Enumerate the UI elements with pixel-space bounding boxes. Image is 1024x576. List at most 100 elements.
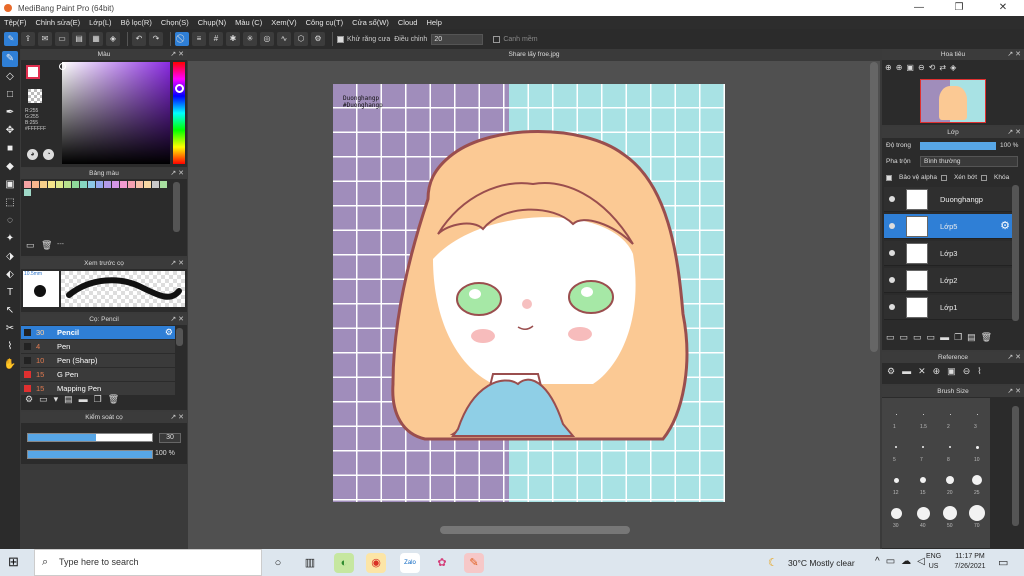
layer-row[interactable]: Duonghangp — [884, 187, 1012, 212]
layer-settings-gear-icon[interactable]: ⚙ — [1000, 219, 1010, 232]
copy-layer-icon[interactable]: ❐ — [954, 332, 962, 343]
layer-row[interactable]: Lớp5 ⚙ — [884, 214, 1012, 239]
antialias-checkbox[interactable] — [337, 35, 344, 43]
menu-window[interactable]: Cửa sổ(W) — [352, 18, 389, 27]
blend-mode-select[interactable]: Bình thường — [920, 156, 1018, 167]
maximize-button[interactable]: ❐ — [944, 0, 974, 16]
new-folder-icon[interactable]: ▬ — [940, 332, 949, 343]
move-icon[interactable]: ✥ — [2, 123, 18, 139]
menu-cloud[interactable]: Cloud — [398, 18, 418, 27]
parallel-snap-icon[interactable]: ≡ — [192, 32, 206, 46]
hand-icon[interactable]: ✋ — [2, 357, 18, 373]
app-launcher-icon[interactable]: ◐ — [334, 553, 354, 573]
system-tray-icons[interactable]: ^▭☁◁ — [875, 556, 931, 567]
brush-menu-icon[interactable]: ▾ — [54, 394, 59, 405]
brush-size-option[interactable] — [895, 446, 897, 448]
new-1bit-layer-icon[interactable]: ▭ — [927, 332, 936, 343]
brush-size-option[interactable] — [975, 445, 979, 449]
clipping-checkbox[interactable] — [940, 174, 947, 181]
brush-item[interactable]: 15 G Pen — [21, 368, 175, 381]
new-palette-icon[interactable]: ▭ — [26, 240, 37, 251]
close-button[interactable]: ✕ — [988, 0, 1018, 16]
reference-folder-icon[interactable]: ▬ — [902, 366, 911, 377]
palette-scrollbar[interactable] — [173, 182, 180, 232]
menu-capture[interactable]: Chụp(N) — [198, 18, 226, 27]
reference-zoom-out-icon[interactable]: ⊖ — [963, 366, 971, 377]
zalo-icon[interactable]: Zalo — [400, 553, 420, 573]
zoom-out-icon[interactable]: ⊖ — [918, 63, 925, 72]
artwork[interactable]: Duonghangp #Duonghangp — [333, 84, 725, 502]
fill-icon[interactable]: ◆ — [2, 159, 18, 175]
radial-ruler-icon[interactable]: ✳ — [243, 32, 257, 46]
delete-layer-icon[interactable]: 🗑 — [981, 332, 992, 343]
weather-text[interactable]: 30°C Mostly clear — [788, 558, 855, 568]
hue-slider[interactable] — [173, 62, 185, 164]
grid-snap-icon[interactable]: # — [209, 32, 223, 46]
transparent-color[interactable] — [28, 89, 42, 103]
brush-size-option[interactable] — [946, 476, 954, 484]
divide-icon[interactable]: ✂ — [2, 321, 18, 337]
circle-snap-icon[interactable]: ◎ — [260, 32, 274, 46]
widgets-icon[interactable]: ▥ — [300, 553, 320, 573]
merge-layer-icon[interactable]: ▤ — [967, 332, 976, 343]
settings-icon[interactable]: ⚙ — [311, 32, 325, 46]
brush-size-option[interactable] — [893, 477, 899, 483]
perspective-icon[interactable]: ⬡ — [294, 32, 308, 46]
menu-color[interactable]: Màu (C) — [235, 18, 262, 27]
hue-slider-handle[interactable] — [175, 84, 184, 93]
reference-fit-icon[interactable]: ▣ — [947, 366, 956, 377]
foreground-color[interactable] — [26, 65, 40, 79]
flip-icon[interactable]: ⇄ — [939, 63, 946, 72]
layer-row[interactable]: Lớp2 — [884, 268, 1012, 293]
brush-size-option[interactable] — [890, 507, 902, 519]
zoom-in-icon[interactable]: ⊕ — [885, 63, 892, 72]
reference-close-icon[interactable]: ✕ — [918, 366, 926, 377]
brush-size-option[interactable] — [949, 446, 951, 448]
undo-icon[interactable]: ↶ — [132, 32, 146, 46]
palette-swatch[interactable] — [160, 181, 167, 188]
task-view-icon[interactable]: ○ — [268, 553, 288, 573]
menu-select[interactable]: Chọn(S) — [161, 18, 189, 27]
text-icon[interactable]: T — [2, 285, 18, 301]
palette-swatch[interactable] — [48, 181, 55, 188]
dot-icon[interactable]: □ — [2, 87, 18, 103]
palette-swatch[interactable] — [144, 181, 151, 188]
new-halftone-layer-icon[interactable]: ▭ — [900, 332, 909, 343]
brush-size-option[interactable] — [976, 413, 978, 415]
layer-row[interactable]: Lớp3 — [884, 241, 1012, 266]
palette-swatch[interactable] — [56, 181, 63, 188]
magic-wand-icon[interactable]: ✦ — [2, 231, 18, 247]
palette-swatch[interactable] — [88, 181, 95, 188]
palette-swatch[interactable] — [96, 181, 103, 188]
palette-swatch[interactable] — [112, 181, 119, 188]
brush-size-option[interactable] — [922, 446, 924, 448]
gradient-icon[interactable]: ▣ — [2, 177, 18, 193]
taskbar-search[interactable]: Type here to search — [34, 549, 262, 576]
copy-brush-icon[interactable]: ❐ — [94, 394, 102, 405]
eyedropper-icon[interactable]: ⌇ — [2, 339, 18, 355]
menu-help[interactable]: Help — [426, 18, 441, 27]
layer-menu-icon[interactable]: ▦ — [89, 32, 103, 46]
new-brush-icon[interactable]: ▭ — [39, 394, 48, 405]
delete-brush-icon[interactable]: 🗑 — [108, 394, 119, 405]
menu-edit[interactable]: Chỉnh sửa(E) — [36, 18, 81, 27]
brush-settings-gear-icon[interactable]: ⚙ — [165, 327, 173, 338]
radial-snap-icon[interactable]: ✱ — [226, 32, 240, 46]
brush-list-scrollbar[interactable] — [176, 328, 183, 346]
pen-icon[interactable]: ✒ — [2, 105, 18, 121]
brush-settings-icon[interactable]: ▤ — [64, 394, 73, 405]
palette-icon[interactable]: ◕ — [27, 149, 38, 160]
select-pen-icon[interactable]: ⬗ — [2, 249, 18, 265]
brush-size-slider[interactable] — [27, 433, 153, 442]
canvas-horizontal-scrollbar[interactable] — [440, 526, 630, 534]
palette-swatch[interactable] — [104, 181, 111, 188]
palette-swatch[interactable] — [32, 181, 39, 188]
palette-swatch[interactable] — [80, 181, 87, 188]
curve-snap-icon[interactable]: ∿ — [277, 32, 291, 46]
brush-size-value-box[interactable]: 30 — [159, 433, 181, 443]
rotate-icon[interactable]: ⟲ — [929, 63, 936, 72]
reset-icon[interactable]: ◈ — [950, 63, 956, 72]
navigator-thumbnail[interactable] — [920, 79, 986, 123]
menu-file[interactable]: Tệp(F) — [4, 18, 27, 27]
color-field[interactable] — [59, 62, 170, 164]
